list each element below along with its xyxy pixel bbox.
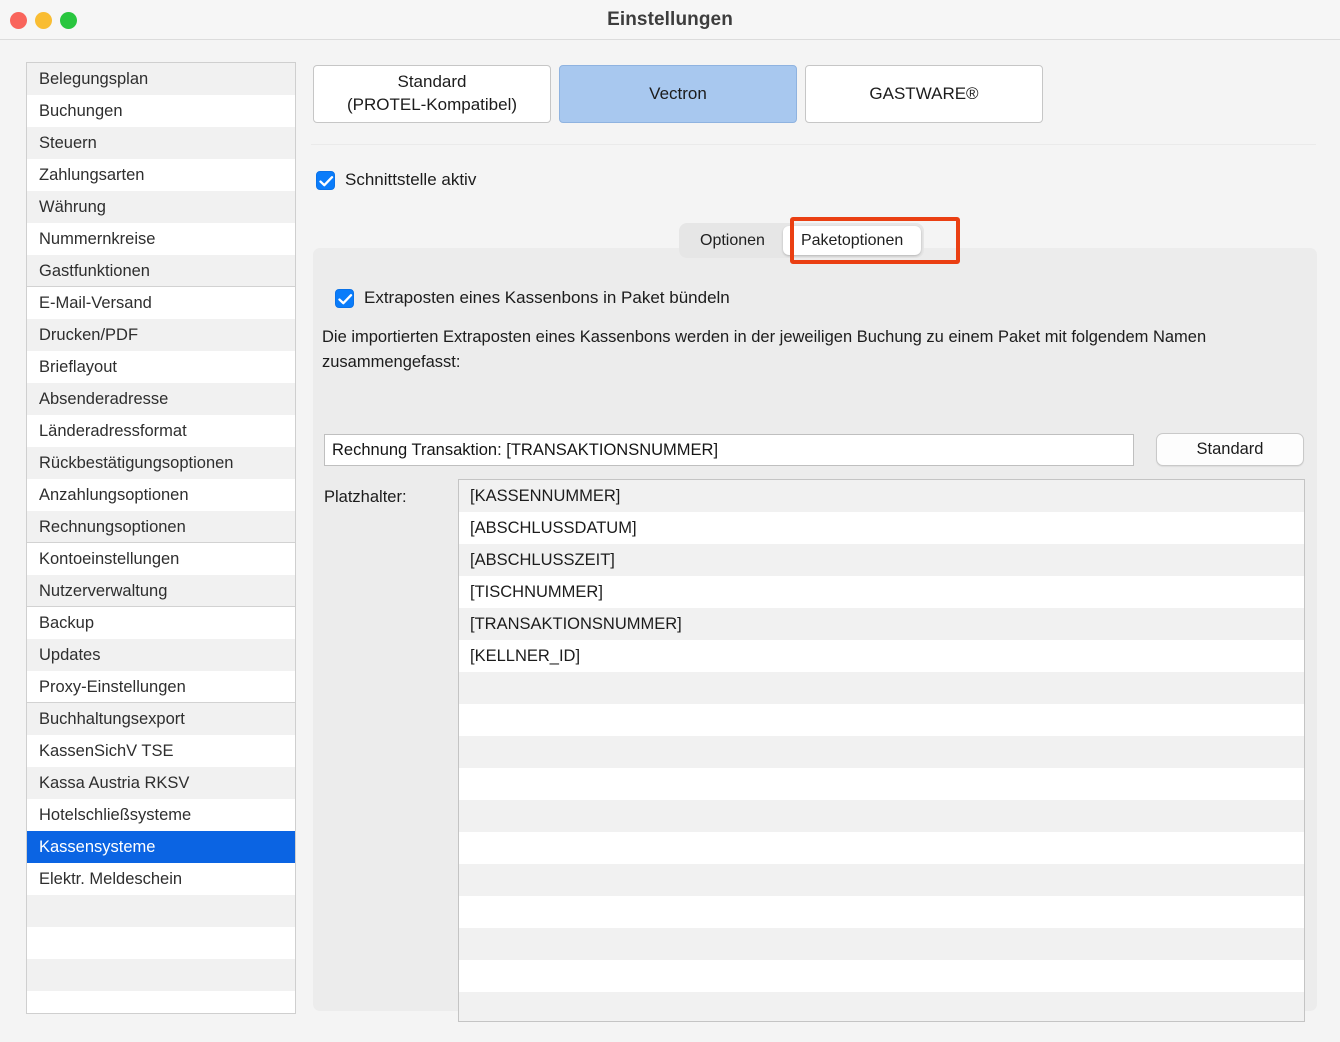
sidebar-item-updates[interactable]: Updates [27, 639, 295, 671]
placeholder-row-empty [459, 928, 1304, 960]
placeholder-row-empty [459, 672, 1304, 704]
sidebar-item-elektr-meldeschein[interactable]: Elektr. Meldeschein [27, 863, 295, 895]
interface-active-label: Schnittstelle aktiv [345, 170, 477, 189]
sidebar-item-w-hrung[interactable]: Währung [27, 191, 295, 223]
options-segmented-control[interactable]: Optionen Paketoptionen [679, 223, 925, 258]
bundle-extras-label: Extraposten eines Kassenbons in Paket bü… [364, 288, 730, 307]
sidebar-item-empty [27, 959, 295, 991]
bundle-extras-row[interactable]: Extraposten eines Kassenbons in Paket bü… [335, 288, 730, 308]
sidebar-item-empty [27, 927, 295, 959]
pos-system-tabs[interactable]: Standard (PROTEL-Kompatibel) Vectron GASTW… [313, 65, 1043, 123]
placeholder-row[interactable]: [KASSENNUMMER] [459, 480, 1304, 512]
settings-content-pane: Standard (PROTEL-Kompatibel) Vectron GASTW… [311, 62, 1317, 1022]
pos-system-tab-vectron[interactable]: Vectron [559, 65, 797, 123]
sidebar-item-buchhaltungsexport[interactable]: Buchhaltungsexport [27, 703, 295, 735]
sidebar-item-buchungen[interactable]: Buchungen [27, 95, 295, 127]
sidebar-item-e-mail-versand[interactable]: E-Mail-Versand [27, 287, 295, 319]
sidebar-item-rechnungsoptionen[interactable]: Rechnungsoptionen [27, 511, 295, 543]
tab-optionen[interactable]: Optionen [682, 226, 783, 255]
sidebar-item-kassensichv-tse[interactable]: KassenSichV TSE [27, 735, 295, 767]
restore-default-button[interactable]: Standard [1156, 433, 1304, 466]
placeholder-row-empty [459, 896, 1304, 928]
placeholder-row[interactable]: [KELLNER_ID] [459, 640, 1304, 672]
pos-system-tab-standard[interactable]: Standard (PROTEL-Kompatibel) [313, 65, 551, 123]
placeholder-row-empty [459, 832, 1304, 864]
interface-active-checkbox[interactable] [316, 170, 335, 190]
settings-sidebar[interactable]: Belegungsplan Buchungen Steuern Zahlungsart… [26, 62, 296, 1014]
interface-active-row[interactable]: Schnittstelle aktiv [316, 170, 476, 190]
pos-system-tab-label: GASTWARE® [869, 83, 979, 103]
sidebar-item-steuern[interactable]: Steuern [27, 127, 295, 159]
sidebar-item-anzahlungsoptionen[interactable]: Anzahlungsoptionen [27, 479, 295, 511]
settings-window: Einstellungen Belegungsplan Buchungen Steu… [0, 0, 1340, 1042]
pos-system-tab-label: Standard (PROTEL-Kompatibel) [346, 72, 518, 114]
window-title: Einstellungen [607, 9, 733, 30]
pos-system-tab-gastware[interactable]: GASTWARE® [805, 65, 1043, 123]
sidebar-item-belegungsplan[interactable]: Belegungsplan [27, 63, 295, 95]
sidebar-item-nummernkreise[interactable]: Nummernkreise [27, 223, 295, 255]
sidebar-item-proxy-einstellungen[interactable]: Proxy-Einstellungen [27, 671, 295, 703]
sidebar-item-empty [27, 991, 295, 1013]
sidebar-item-brieflayout[interactable]: Brieflayout [27, 351, 295, 383]
package-options-panel: Optionen Paketoptionen Extraposten eines … [313, 217, 1317, 1022]
sidebar-item-drucken-pdf[interactable]: Drucken/PDF [27, 319, 295, 351]
placeholder-row-empty [459, 704, 1304, 736]
window-titlebar: Einstellungen [0, 0, 1340, 40]
sidebar-item-r-ckbest-tigungsoptionen[interactable]: Rückbestätigungsoptionen [27, 447, 295, 479]
placeholder-row-empty [459, 736, 1304, 768]
sidebar-item-backup[interactable]: Backup [27, 607, 295, 639]
sidebar-item-zahlungsarten[interactable]: Zahlungsarten [27, 159, 295, 191]
top-divider [311, 144, 1316, 145]
placeholder-row[interactable]: [ABSCHLUSSDATUM] [459, 512, 1304, 544]
placeholder-row-empty [459, 800, 1304, 832]
placeholder-row-empty [459, 768, 1304, 800]
sidebar-item-empty [27, 895, 295, 927]
bundle-extras-checkbox[interactable] [335, 288, 354, 308]
placeholder-row[interactable]: [ABSCHLUSSZEIT] [459, 544, 1304, 576]
tab-paketoptionen[interactable]: Paketoptionen [782, 226, 922, 255]
package-name-input[interactable] [324, 434, 1134, 466]
sidebar-item-gastfunktionen[interactable]: Gastfunktionen [27, 255, 295, 287]
placeholder-row[interactable]: [TRANSAKTIONSNUMMER] [459, 608, 1304, 640]
sidebar-item-hotelschlie-systeme[interactable]: Hotelschließsysteme [27, 799, 295, 831]
sidebar-item-l-nderadressformat[interactable]: Länderadressformat [27, 415, 295, 447]
placeholder-label: Platzhalter: [324, 488, 407, 506]
placeholder-list[interactable]: [KASSENNUMMER] [ABSCHLUSSDATUM] [ABSCHLUSS… [458, 479, 1305, 1022]
package-description-text: Die importierten Extraposten eines Kasse… [322, 328, 1207, 372]
sidebar-item-kontoeinstellungen[interactable]: Kontoeinstellungen [27, 543, 295, 575]
sidebar-item-kassensysteme[interactable]: Kassensysteme [27, 831, 295, 863]
placeholder-row-empty [459, 864, 1304, 896]
placeholder-row-empty [459, 992, 1304, 1021]
pos-system-tab-label: Vectron [649, 83, 707, 103]
sidebar-item-kassa-austria-rksv[interactable]: Kassa Austria RKSV [27, 767, 295, 799]
sidebar-item-nutzerverwaltung[interactable]: Nutzerverwaltung [27, 575, 295, 607]
sidebar-item-absenderadresse[interactable]: Absenderadresse [27, 383, 295, 415]
placeholder-row-empty [459, 960, 1304, 992]
placeholder-row[interactable]: [TISCHNUMMER] [459, 576, 1304, 608]
